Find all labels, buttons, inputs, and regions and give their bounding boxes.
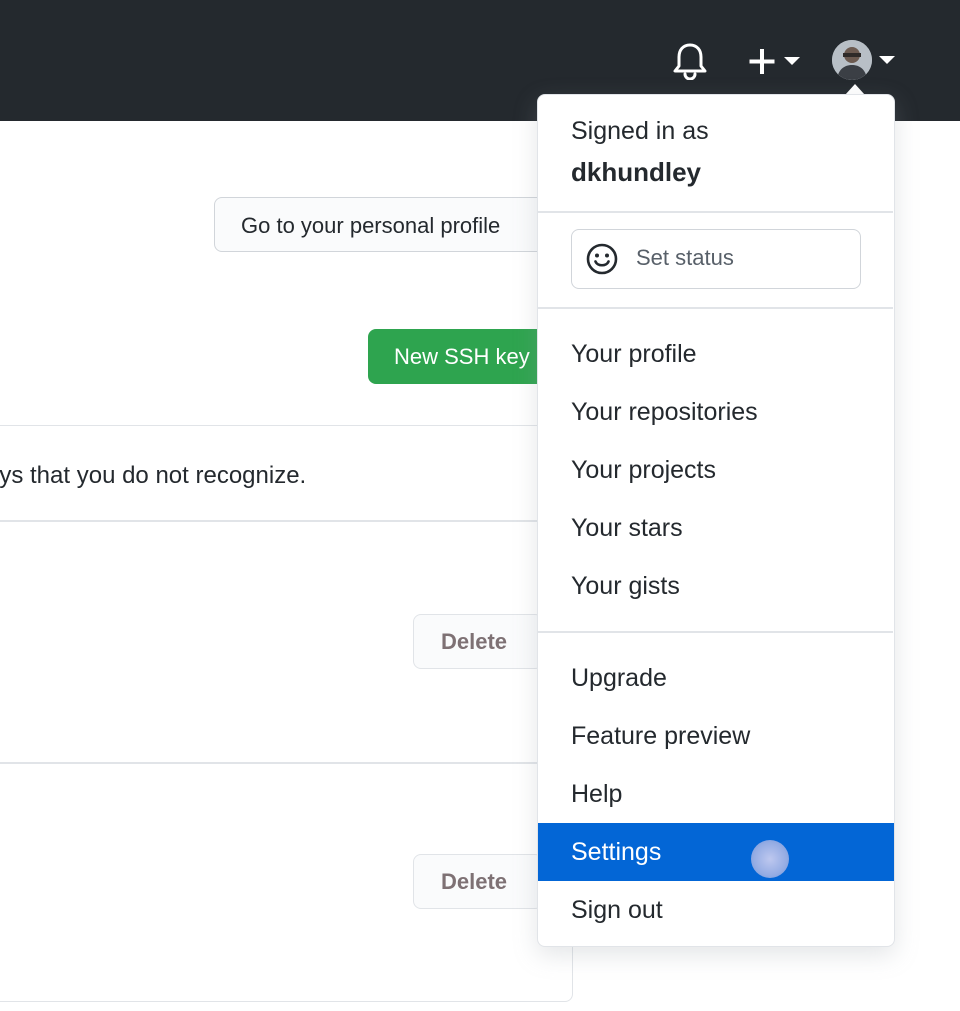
set-status-button[interactable]: Set status: [571, 229, 861, 289]
delete-key-button[interactable]: Delete: [413, 614, 543, 669]
notifications-button[interactable]: [672, 42, 708, 81]
divider: [538, 631, 893, 633]
username: dkhundley: [571, 157, 702, 187]
new-ssh-key-button[interactable]: New SSH key: [368, 329, 558, 384]
menu-item-upgrade[interactable]: Upgrade: [538, 649, 894, 707]
user-dropdown-menu: Signed in as dkhundley Set status Your p…: [537, 94, 895, 947]
smiley-icon: [586, 243, 618, 275]
signed-in-label: Signed in as: [571, 117, 709, 145]
menu-item-your-repositories[interactable]: Your repositories: [538, 383, 894, 441]
divider: [0, 520, 572, 522]
divider: [538, 307, 893, 309]
caret-down-icon: [784, 57, 800, 65]
menu-item-settings[interactable]: Settings: [538, 823, 894, 881]
avatar: [832, 40, 872, 80]
caret-down-icon: [879, 56, 895, 64]
menu-item-your-gists[interactable]: Your gists: [538, 557, 894, 615]
set-status-label: Set status: [636, 245, 734, 270]
divider: [0, 762, 572, 764]
ssh-keys-panel: [0, 425, 573, 1002]
menu-item-help[interactable]: Help: [538, 765, 894, 823]
bell-icon: [673, 43, 707, 81]
personal-profile-button[interactable]: Go to your personal profile: [214, 197, 554, 252]
menu-item-your-projects[interactable]: Your projects: [538, 441, 894, 499]
ssh-warning-text: eys that you do not recognize.: [0, 462, 307, 489]
divider: [538, 211, 893, 213]
user-menu-button[interactable]: [832, 40, 898, 82]
create-new-button[interactable]: [748, 46, 802, 76]
menu-item-sign-out[interactable]: Sign out: [538, 881, 894, 939]
menu-item-your-stars[interactable]: Your stars: [538, 499, 894, 557]
mouse-cursor: [751, 840, 789, 878]
plus-icon: [749, 49, 775, 74]
delete-key-button[interactable]: Delete: [413, 854, 543, 909]
menu-item-feature-preview[interactable]: Feature preview: [538, 707, 894, 765]
menu-item-your-profile[interactable]: Your profile: [538, 325, 894, 383]
